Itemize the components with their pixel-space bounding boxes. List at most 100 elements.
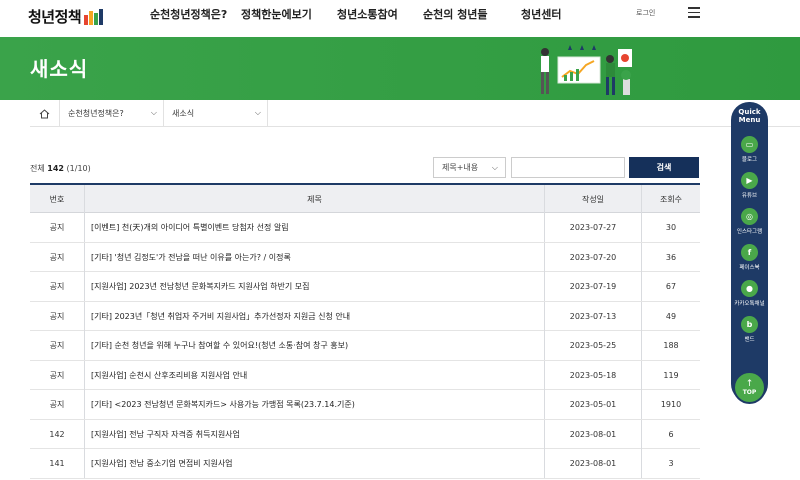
login-link[interactable]: 로그인 (636, 8, 655, 18)
row-date: 2023-08-01 (544, 449, 641, 478)
quick-menu-item-youtube[interactable]: ▶ 유튜브 (731, 172, 768, 199)
row-views: 30 (641, 213, 700, 242)
row-number: 공지 (49, 223, 65, 232)
row-date: 2023-07-19 (544, 272, 641, 301)
quick-menu-label: 유튜브 (741, 193, 758, 199)
table-row[interactable]: 공지 [기타] <2023 전남청년 문화복지카드> 사용가능 가맹점 목록(23… (30, 390, 700, 420)
row-date: 2023-07-13 (544, 301, 641, 331)
row-number: 142 (49, 429, 65, 439)
chevron-down-icon: ⌵ (150, 108, 157, 117)
breadcrumb: 순천청년정책은? ⌵ 새소식 ⌵ (30, 100, 800, 127)
quick-menu-label: 인스타그램 (736, 229, 763, 235)
quick-menu-title: Quick Menu (738, 108, 761, 124)
quick-menu-label: 밴드 (744, 337, 755, 343)
row-number: 공지 (49, 370, 65, 380)
total-count: 전체 142 (1/10) (30, 164, 91, 173)
hamburger-menu-icon[interactable] (688, 7, 700, 18)
header-date: 작성일 (544, 185, 641, 213)
row-date: 2023-07-20 (544, 242, 641, 272)
quick-menu-item-kakao[interactable]: ● 카카오톡채널 (731, 280, 768, 307)
chevron-down-icon: ⌵ (491, 163, 498, 172)
page-title: 새소식 (30, 57, 89, 81)
table-row[interactable]: 공지 [기타] 2023년「청년 취업자 주거비 지원사업」추가선정자 지원금 신… (30, 301, 700, 331)
row-number: 공지 (49, 311, 65, 321)
table-header: 번호 제목 작성일 조회수 (30, 183, 700, 213)
row-date: 2023-05-01 (544, 390, 641, 419)
quick-menu-label: 카카오톡채널 (734, 301, 765, 307)
site-header: 청년정책 순천청년정책은? 정책한눈에보기 청년소통참여 순천의 청년들 청년센… (0, 0, 800, 37)
blog-icon: ▭ (741, 136, 758, 153)
row-number: 공지 (49, 252, 65, 262)
search-button[interactable]: 검색 (629, 157, 699, 178)
row-number: 공지 (49, 400, 65, 409)
row-views: 6 (641, 419, 700, 449)
row-date: 2023-05-25 (544, 331, 641, 360)
nav-item-center[interactable]: 청년센터 (521, 6, 561, 22)
row-number: 공지 (49, 341, 65, 350)
row-title-link[interactable]: [기타] 순천 청년을 위해 누구나 참여할 수 있어요!(청년 소통·참여 창… (84, 331, 544, 360)
table-row[interactable]: 공지 [지원사업] 순천시 산후조리비용 지원사업 안내 2023-05-18 119 (30, 360, 700, 390)
quick-menu: Quick Menu ▭ 블로그 ▶ 유튜브 ◎ 인스타그램 f 페이스북 ● 카카오톡채널 b 밴드… (731, 102, 768, 404)
row-views: 119 (641, 360, 700, 390)
row-number: 141 (49, 459, 65, 468)
breadcrumb-page-label: 새소식 (172, 109, 195, 118)
row-views: 67 (641, 272, 700, 301)
business-illustration-icon (541, 45, 632, 95)
row-title-link[interactable]: [기타] 2023년「청년 취업자 주거비 지원사업」추가선정자 지원금 신청 … (84, 301, 544, 331)
row-title-link[interactable]: [기타] <2023 전남청년 문화복지카드> 사용가능 가맹점 목록(23.7… (84, 390, 544, 419)
table-row[interactable]: 공지 [기타] 순천 청년을 위해 누구나 참여할 수 있어요!(청년 소통·참여… (30, 331, 700, 361)
row-views: 36 (641, 242, 700, 272)
table-row[interactable]: 공지 [이벤트] 천(天)개의 아이디어 특별이벤트 당첨자 선정 알림 2023-… (30, 213, 700, 243)
row-views: 188 (641, 331, 700, 360)
search-input[interactable] (511, 157, 625, 178)
row-title-link[interactable]: [이벤트] 천(天)개의 아이디어 특별이벤트 당첨자 선정 알림 (84, 213, 544, 242)
table-row[interactable]: 142 [지원사업] 전남 구직자 자격증 취득지원사업 2023-08-01 6 (30, 419, 700, 449)
row-title-link[interactable]: [지원사업] 전남 중소기업 면접비 지원사업 (84, 449, 544, 478)
header-title: 제목 (84, 185, 544, 213)
nav-item-participation[interactable]: 청년소통참여 (337, 6, 398, 22)
row-views: 3 (641, 449, 700, 478)
quick-menu-item-instagram[interactable]: ◎ 인스타그램 (731, 208, 768, 235)
page: 청년정책 순천청년정책은? 정책한눈에보기 청년소통참여 순천의 청년들 청년센… (0, 0, 800, 480)
header-views: 조회수 (641, 185, 700, 213)
quick-menu-item-band[interactable]: b 밴드 (731, 316, 768, 343)
instagram-icon: ◎ (741, 208, 758, 225)
quick-menu-item-blog[interactable]: ▭ 블로그 (731, 136, 768, 163)
main-nav: 순천청년정책은? 정책한눈에보기 청년소통참여 순천의 청년들 청년센터 (0, 6, 800, 22)
arrow-up-icon: ↑ (745, 378, 754, 389)
table-body: 공지 [이벤트] 천(天)개의 아이디어 특별이벤트 당첨자 선정 알림 2023-… (30, 213, 700, 479)
table-row[interactable]: 141 [지원사업] 전남 중소기업 면접비 지원사업 2023-08-01 3 (30, 449, 700, 479)
quick-menu-label: 페이스북 (739, 265, 760, 271)
row-date: 2023-05-18 (544, 360, 641, 390)
nav-item-policy-overview[interactable]: 정책한눈에보기 (241, 6, 312, 22)
chevron-down-icon: ⌵ (254, 108, 261, 117)
row-date: 2023-07-27 (544, 213, 641, 242)
row-number: 공지 (49, 282, 65, 291)
breadcrumb-select-section[interactable]: 순천청년정책은? ⌵ (60, 100, 164, 127)
nav-item-youth[interactable]: 순천의 청년들 (423, 6, 488, 22)
page-banner: 새소식 (0, 37, 800, 100)
row-views: 1910 (641, 390, 700, 419)
youtube-icon: ▶ (741, 172, 758, 189)
table-row[interactable]: 공지 [기타] '청년 김정도'가 전남을 떠난 이유를 아는가? / 이정록 20… (30, 242, 700, 272)
breadcrumb-select-page[interactable]: 새소식 ⌵ (164, 100, 268, 127)
home-icon[interactable] (30, 100, 60, 127)
table-row[interactable]: 공지 [지원사업] 2023년 전남청년 문화복지카드 지원사업 하반기 모집 20… (30, 272, 700, 302)
quick-menu-item-facebook[interactable]: f 페이스북 (731, 244, 768, 271)
search-field-select[interactable]: 제목+내용 ⌵ (433, 157, 506, 178)
row-title-link[interactable]: [지원사업] 순천시 산후조리비용 지원사업 안내 (84, 360, 544, 390)
kakao-icon: ● (741, 280, 758, 297)
band-icon: b (741, 316, 758, 333)
facebook-icon: f (741, 244, 758, 261)
nav-item-policy-intro[interactable]: 순천청년정책은? (150, 6, 227, 22)
notice-table: 번호 제목 작성일 조회수 공지 [이벤트] 천(天)개의 아이디어 특별이벤트 … (30, 183, 700, 479)
row-title-link[interactable]: [지원사업] 전남 구직자 자격증 취득지원사업 (84, 419, 544, 449)
quick-menu-label: 블로그 (741, 157, 758, 163)
scroll-top-button[interactable]: ↑ TOP (733, 371, 766, 404)
breadcrumb-section-label: 순천청년정책은? (68, 109, 124, 118)
row-title-link[interactable]: [지원사업] 2023년 전남청년 문화복지카드 지원사업 하반기 모집 (84, 272, 544, 301)
header-number: 번호 (49, 194, 65, 204)
row-date: 2023-08-01 (544, 419, 641, 449)
row-title-link[interactable]: [기타] '청년 김정도'가 전남을 떠난 이유를 아는가? / 이정록 (84, 242, 544, 272)
row-views: 49 (641, 301, 700, 331)
